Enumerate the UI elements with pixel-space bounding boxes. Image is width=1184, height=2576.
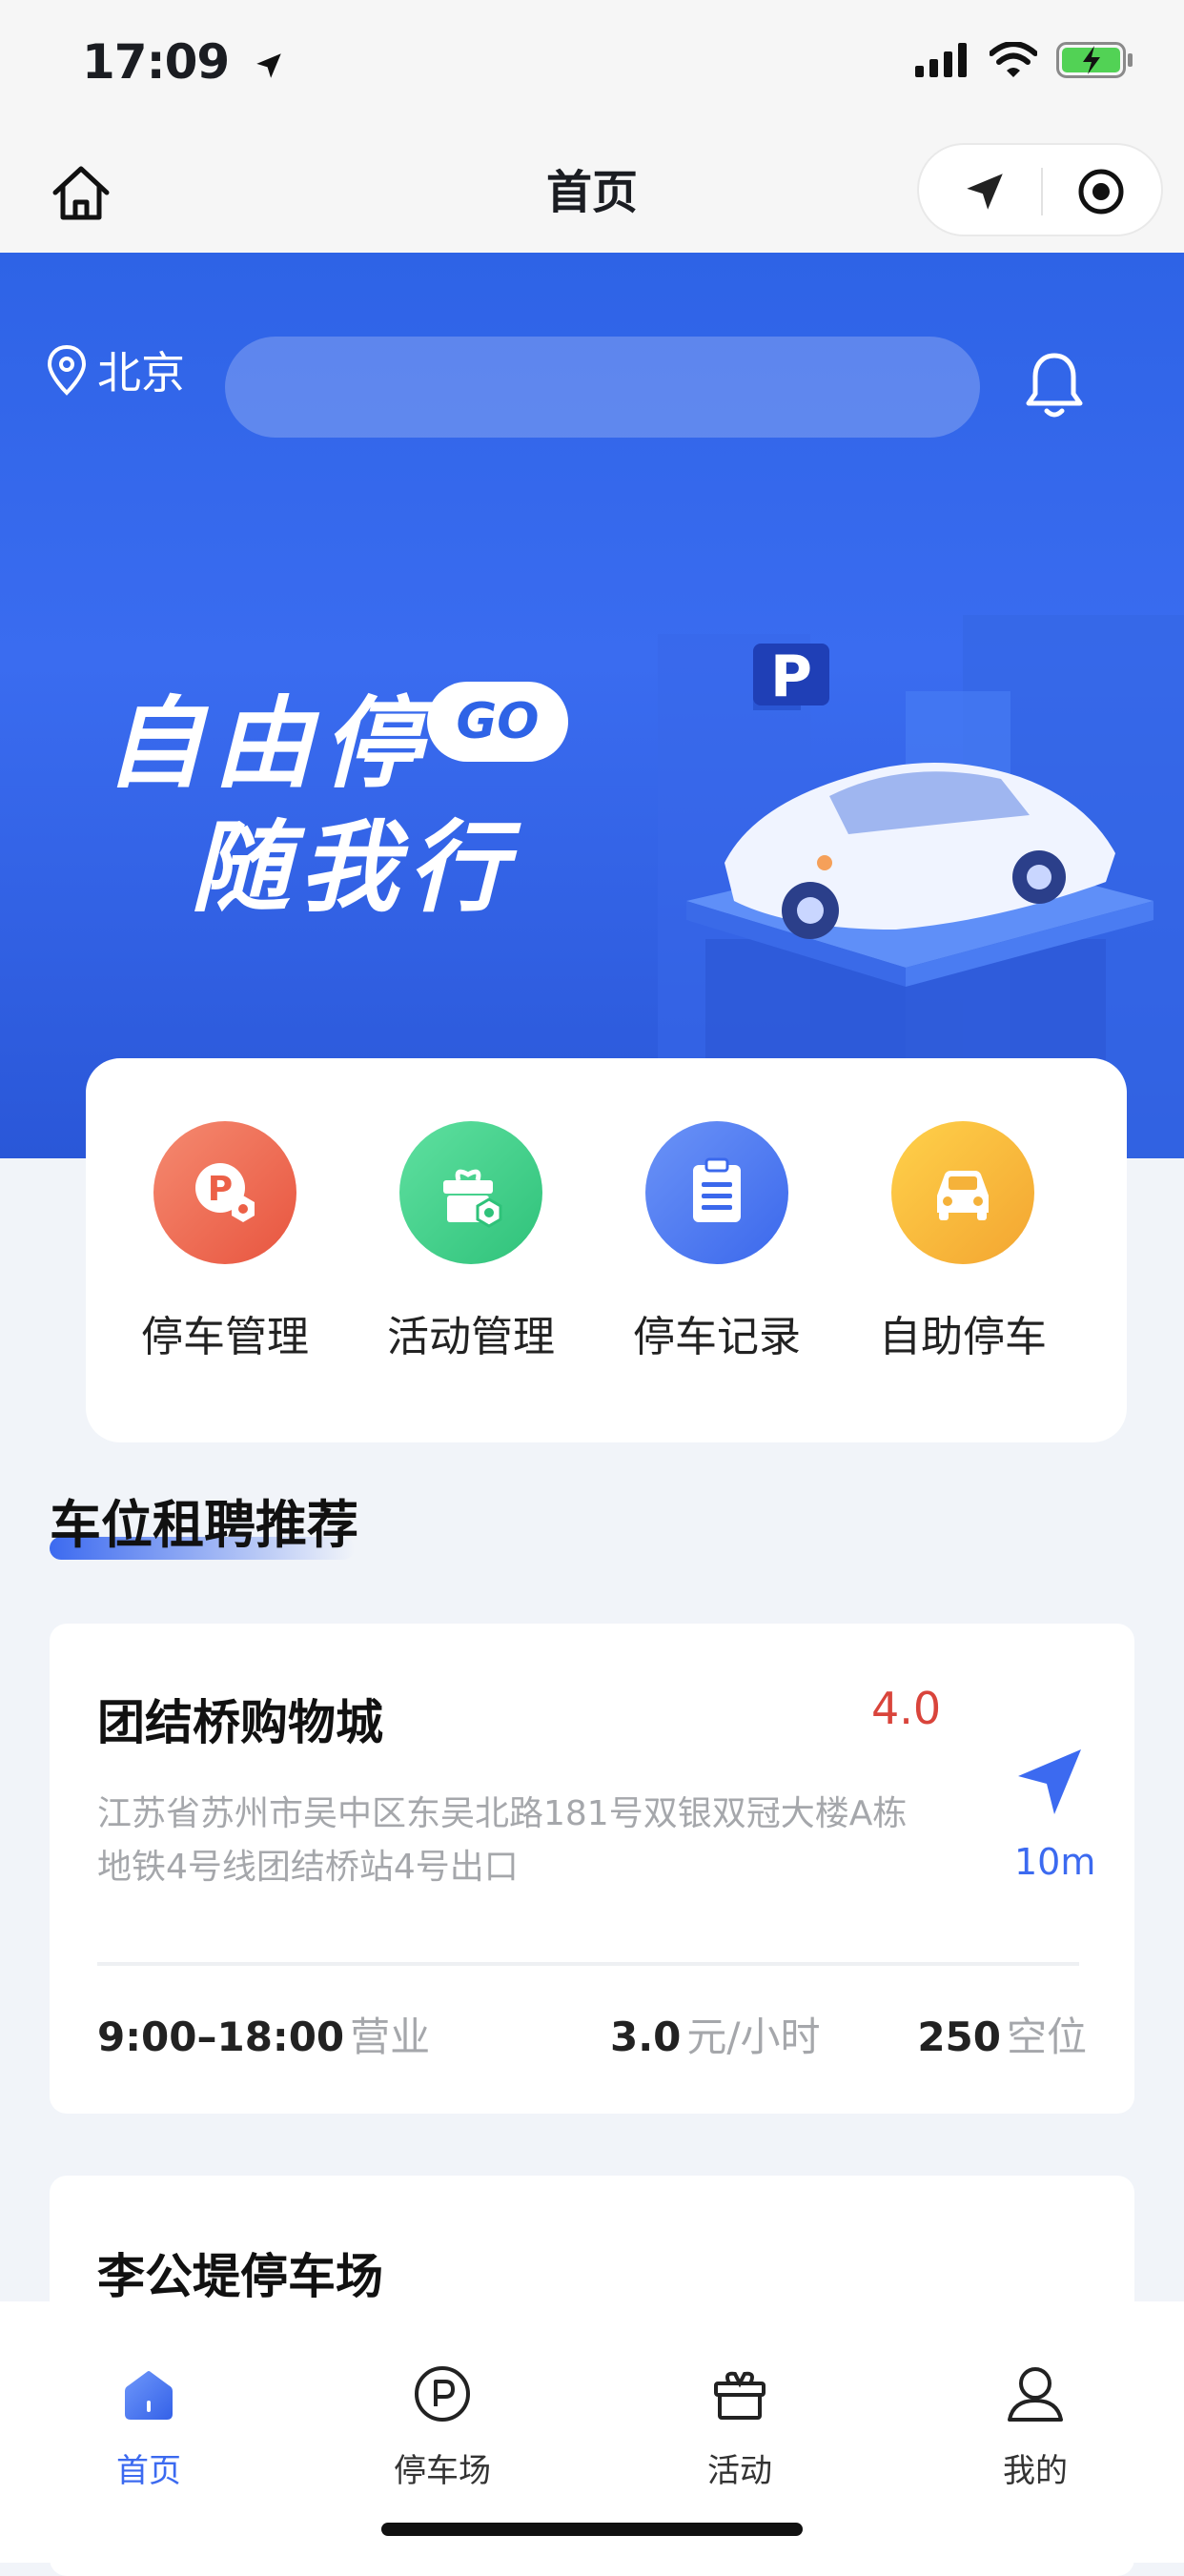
svg-text:P: P <box>770 644 812 710</box>
svg-text:P: P <box>208 1170 233 1209</box>
tab-parking[interactable]: 停车场 <box>347 2361 538 2491</box>
city-selector[interactable]: 北京 <box>46 338 185 401</box>
location-pin-icon <box>47 344 87 396</box>
banner-slogan-line1: 自由停 <box>105 685 432 802</box>
nav-bar: 首页 <box>0 133 1184 253</box>
navigation-arrow-icon[interactable] <box>1012 1744 1089 1820</box>
mini-program-capsule <box>917 143 1163 236</box>
search-input[interactable] <box>225 337 980 438</box>
quick-action-label: 停车记录 <box>633 1313 801 1361</box>
quick-action-label: 停车管理 <box>141 1313 309 1361</box>
self-parking-icon <box>891 1121 1034 1264</box>
home-indicator <box>381 2523 803 2536</box>
quick-action-parking-manage[interactable]: P 停车管理 <box>130 1121 320 1363</box>
gift-icon <box>714 2371 766 2420</box>
tab-label: 停车场 <box>394 2452 491 2490</box>
battery-charging-icon <box>1056 42 1133 78</box>
divider <box>97 1962 1079 1966</box>
tab-activity[interactable]: 活动 <box>644 2361 835 2491</box>
lot-hours: 9:00–18:00 营业 <box>97 2014 431 2060</box>
user-icon <box>1008 2367 1063 2422</box>
lot-distance: 10m <box>1014 1841 1096 1883</box>
close-target-icon[interactable] <box>1077 168 1125 215</box>
parking-circle-icon <box>415 2366 470 2422</box>
quick-action-label: 活动管理 <box>387 1313 555 1361</box>
city-label: 北京 <box>97 347 185 399</box>
status-time: 17:09 <box>82 34 285 90</box>
lot-address: 江苏省苏州市吴中区东吴北路181号双银双冠大楼A栋地铁4号线团结桥站4号出口 <box>97 1794 908 1887</box>
quick-action-label: 自助停车 <box>879 1313 1047 1361</box>
location-arrow-icon <box>255 52 281 78</box>
quick-action-self-parking[interactable]: 自助停车 <box>868 1121 1058 1363</box>
hero-banner: 北京 P 自由停 GO 随我行 <box>0 253 1184 1158</box>
tab-label: 活动 <box>707 2452 772 2490</box>
status-icons <box>915 42 1134 78</box>
lot-spaces: 250 空位 <box>917 2014 1087 2060</box>
section-title: 车位租聘推荐 <box>50 1495 358 1555</box>
parking-manage-icon: P <box>153 1121 296 1264</box>
lot-name: 李公堤停车场 <box>97 2249 383 2304</box>
tab-label: 首页 <box>116 2452 181 2490</box>
capsule-divider <box>1041 168 1043 215</box>
tab-mine[interactable]: 我的 <box>940 2361 1131 2491</box>
tab-label: 我的 <box>1003 2452 1068 2490</box>
home-filled-icon <box>125 2371 173 2420</box>
quick-actions-card: P 停车管理 活动管理 停车记录 自助停车 <box>86 1058 1127 1442</box>
status-bar: 17:09 <box>0 0 1184 133</box>
parking-record-icon <box>645 1121 788 1264</box>
activity-manage-icon <box>399 1121 542 1264</box>
quick-action-parking-record[interactable]: 停车记录 <box>622 1121 812 1363</box>
lot-name: 团结桥购物城 <box>97 1695 383 1750</box>
lot-rating: 4.0 <box>871 1683 942 1734</box>
lot-price: 3.0 元/小时 <box>610 2014 821 2060</box>
signal-icon <box>915 43 967 77</box>
banner-slogan-line2: 随我行 <box>191 809 518 926</box>
location-arrow-icon[interactable] <box>961 168 1009 215</box>
wifi-icon <box>990 42 1037 77</box>
quick-action-activity-manage[interactable]: 活动管理 <box>376 1121 566 1363</box>
banner-go-badge: GO <box>427 682 568 762</box>
bell-icon[interactable] <box>1024 350 1085 420</box>
parking-lot-card[interactable]: 团结桥购物城 4.0 江苏省苏州市吴中区东吴北路181号双银双冠大楼A栋地铁4号… <box>50 1624 1134 2114</box>
tab-home[interactable]: 首页 <box>53 2361 244 2491</box>
